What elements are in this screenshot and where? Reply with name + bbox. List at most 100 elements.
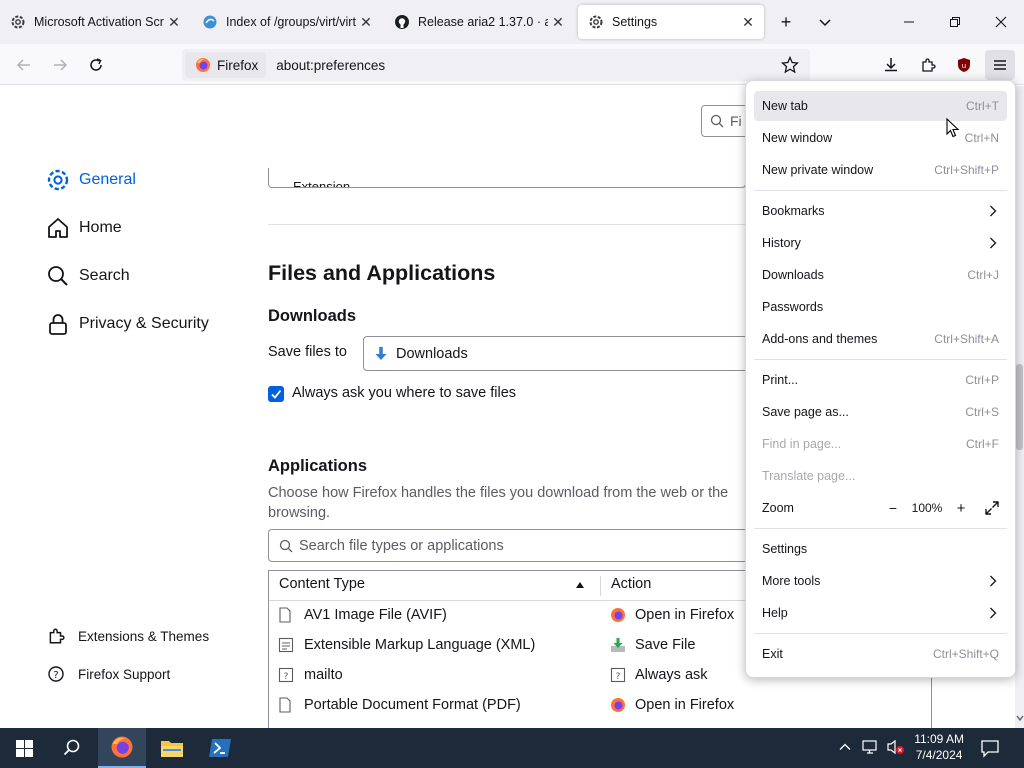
app-search-placeholder: Search file types or applications	[299, 537, 504, 554]
new-tab-button[interactable]: +	[772, 8, 800, 36]
show-hidden-icons-button[interactable]	[838, 740, 852, 759]
close-window-button[interactable]	[978, 0, 1024, 44]
menu-item-downloads[interactable]: Downloads Ctrl+J	[754, 260, 1007, 290]
app-search-input[interactable]: Search file types or applications	[268, 529, 748, 562]
ublock-shield-icon: u	[958, 58, 970, 72]
close-tab-icon[interactable]: ✕	[164, 14, 184, 31]
table-row[interactable]: Extensible Markup Language (XML)	[278, 637, 535, 653]
search-icon	[279, 539, 293, 552]
search-icon	[710, 114, 724, 128]
list-row-text: Extension	[293, 179, 351, 188]
menu-separator	[754, 190, 1007, 191]
category-general[interactable]: General	[44, 166, 136, 194]
network-tray-button[interactable]	[862, 739, 880, 760]
always-ask-checkbox[interactable]	[268, 386, 284, 402]
zoom-reset-button[interactable]: 100%	[905, 501, 949, 515]
clock-time: 11:09 AM	[914, 732, 964, 746]
menu-item-new-tab[interactable]: New tab Ctrl+T	[754, 91, 1007, 121]
tab-release-aria2[interactable]: Release aria2 1.37.0 · aria2 ✕	[384, 5, 574, 39]
extensions-button[interactable]	[913, 50, 943, 80]
menu-label: Downloads	[762, 268, 824, 282]
zoom-out-button[interactable]: −	[881, 500, 905, 516]
forward-button[interactable]	[45, 50, 75, 80]
category-label: Privacy & Security	[79, 315, 209, 332]
menu-item-save-page[interactable]: Save page as... Ctrl+S	[754, 397, 1007, 427]
menu-item-exit[interactable]: Exit Ctrl+Shift+Q	[754, 639, 1007, 669]
row-action[interactable]: Open in Firefox	[610, 697, 734, 713]
menu-item-help[interactable]: Help	[754, 598, 1007, 628]
menu-label: New private window	[762, 163, 874, 177]
downloads-button[interactable]	[876, 50, 906, 80]
zoom-in-button[interactable]: +	[949, 500, 973, 517]
table-row[interactable]: ? mailto	[278, 667, 343, 683]
back-button[interactable]	[9, 50, 39, 80]
reload-button[interactable]	[81, 50, 111, 80]
category-search[interactable]: Search	[44, 262, 130, 290]
url-text[interactable]: about:preferences	[276, 58, 385, 73]
firefox-support-link[interactable]: ? Firefox Support	[46, 664, 170, 684]
tab-index-groups[interactable]: Index of /groups/virt/virti ✕	[192, 5, 382, 39]
volume-tray-button[interactable]	[886, 739, 906, 760]
menu-item-settings[interactable]: Settings	[754, 534, 1007, 564]
taskbar-file-explorer[interactable]	[148, 728, 196, 768]
page-scrollbar[interactable]	[1015, 86, 1024, 728]
windows-taskbar: 11:09 AM 7/4/2024	[0, 728, 1024, 768]
menu-item-addons-themes[interactable]: Add-ons and themes Ctrl+Shift+A	[754, 324, 1007, 354]
close-tab-icon[interactable]: ✕	[356, 14, 376, 31]
taskbar-firefox[interactable]	[98, 728, 146, 768]
firefox-icon	[196, 58, 210, 72]
identity-box[interactable]: Firefox	[185, 52, 267, 78]
column-header-content-type[interactable]: Content Type	[279, 576, 365, 592]
taskbar-search-button[interactable]	[48, 728, 96, 768]
start-button[interactable]	[0, 728, 48, 768]
app-menu-button[interactable]	[985, 50, 1015, 80]
download-folder-field[interactable]: Downloads	[363, 336, 753, 371]
bookmark-star-button[interactable]	[775, 50, 805, 80]
row-action[interactable]: Open in Firefox	[610, 607, 734, 623]
taskbar-clock[interactable]: 11:09 AM 7/4/2024	[914, 731, 964, 763]
category-home[interactable]: Home	[44, 214, 122, 242]
ublock-origin-button[interactable]: u	[949, 50, 979, 80]
menu-item-new-window[interactable]: New window Ctrl+N	[754, 123, 1007, 153]
file-icon	[278, 607, 294, 623]
forward-arrow-icon	[54, 59, 68, 71]
fullscreen-button[interactable]	[973, 501, 999, 515]
menu-item-new-private-window[interactable]: New private window Ctrl+Shift+P	[754, 155, 1007, 185]
taskbar-powershell[interactable]	[196, 728, 244, 768]
menu-item-print[interactable]: Print... Ctrl+P	[754, 365, 1007, 395]
previous-list-box[interactable]: Extension	[268, 168, 746, 188]
menu-item-more-tools[interactable]: More tools	[754, 566, 1007, 596]
minimize-button[interactable]	[886, 0, 932, 44]
column-header-action[interactable]: Action	[611, 576, 651, 592]
row-action[interactable]: ? Always ask	[610, 667, 708, 683]
menu-shortcut: Ctrl+Shift+A	[934, 332, 999, 346]
list-all-tabs-button[interactable]	[811, 8, 839, 36]
menu-item-bookmarks[interactable]: Bookmarks	[754, 196, 1007, 226]
menu-separator	[754, 633, 1007, 634]
category-privacy-security[interactable]: Privacy & Security	[44, 310, 209, 338]
extensions-themes-link[interactable]: Extensions & Themes	[46, 626, 209, 646]
chevron-right-icon	[987, 575, 999, 587]
menu-label: Print...	[762, 373, 799, 387]
close-tab-icon[interactable]: ✕	[738, 14, 758, 31]
menu-shortcut: Ctrl+T	[966, 99, 999, 113]
scroll-down-arrow-icon[interactable]	[1016, 714, 1024, 722]
tab-activation-script[interactable]: Microsoft Activation Scrip ✕	[0, 5, 190, 39]
search-icon	[44, 262, 72, 290]
maximize-button[interactable]	[932, 0, 978, 44]
action-center-button[interactable]	[980, 738, 1000, 763]
menu-item-passwords[interactable]: Passwords	[754, 292, 1007, 322]
tab-settings[interactable]: Settings ✕	[578, 5, 764, 39]
table-row[interactable]: Portable Document Format (PDF)	[278, 697, 521, 713]
svg-text:?: ?	[284, 672, 289, 682]
row-action[interactable]: Save File	[610, 637, 695, 653]
close-tab-icon[interactable]: ✕	[548, 14, 568, 31]
svg-text:?: ?	[616, 672, 621, 682]
menu-item-find-in-page[interactable]: Find in page... Ctrl+F	[754, 429, 1007, 459]
scrollbar-thumb[interactable]	[1016, 364, 1023, 450]
menu-item-translate-page[interactable]: Translate page...	[754, 461, 1007, 491]
action-label: Always ask	[635, 667, 708, 683]
table-row[interactable]: AV1 Image File (AVIF)	[278, 607, 447, 623]
menu-item-history[interactable]: History	[754, 228, 1007, 258]
url-bar[interactable]: Firefox about:preferences	[182, 49, 810, 81]
